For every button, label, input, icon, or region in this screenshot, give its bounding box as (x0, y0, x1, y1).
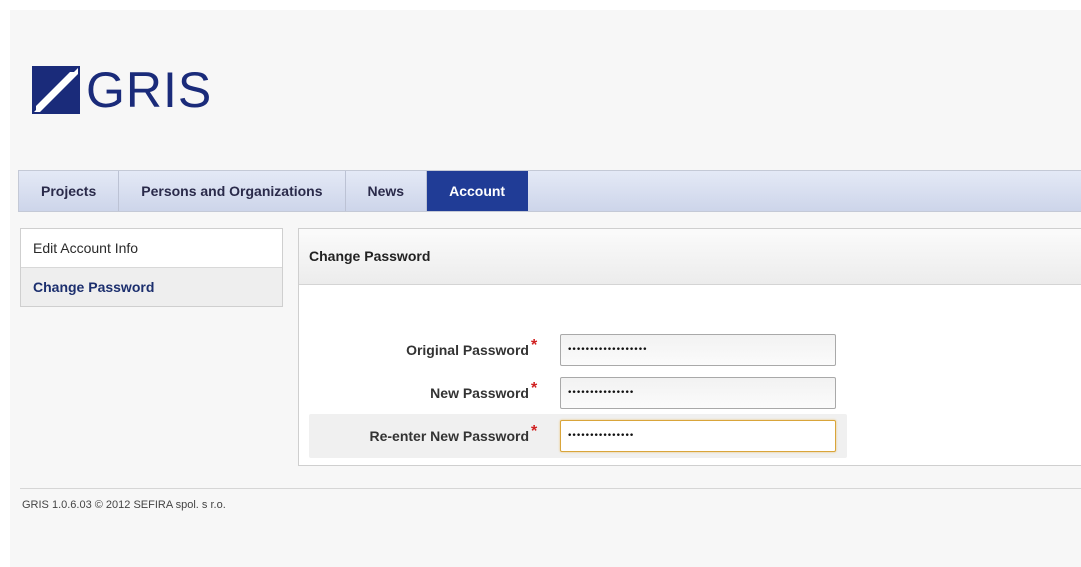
tab-news[interactable]: News (346, 171, 428, 211)
new-password-row: New Password * (309, 371, 847, 415)
original-password-label: Original Password (406, 342, 529, 358)
tab-projects[interactable]: Projects (19, 171, 120, 211)
panel-title: Change Password (299, 229, 1081, 285)
original-password-input[interactable] (560, 334, 836, 366)
required-marker: * (531, 423, 538, 440)
required-marker: * (531, 337, 538, 354)
required-marker: * (531, 380, 538, 397)
main-nav: Projects Persons and Organizations News … (18, 170, 1081, 212)
reenter-password-row: Re-enter New Password * (309, 414, 847, 458)
reenter-password-label: Re-enter New Password (369, 428, 530, 444)
change-password-panel: Change Password Original Password * New … (298, 228, 1081, 466)
page: GRIS Projects Persons and Organizations … (10, 10, 1081, 567)
footer-copyright: GRIS 1.0.6.03 © 2012 SEFIRA spol. s r.o. (22, 499, 226, 511)
gris-logo-icon (32, 66, 80, 114)
sidebar-item-change-password[interactable]: Change Password (21, 267, 282, 306)
logo-text: GRIS (86, 62, 213, 118)
new-password-label: New Password (430, 385, 529, 401)
tab-account[interactable]: Account (427, 171, 529, 211)
gris-logo[interactable]: GRIS (32, 60, 212, 120)
sidebar-item-edit-account-info[interactable]: Edit Account Info (21, 229, 282, 267)
account-sidebar: Edit Account Info Change Password (20, 228, 283, 307)
new-password-input[interactable] (560, 377, 836, 409)
reenter-password-input[interactable] (560, 420, 836, 452)
tab-persons-and-organizations[interactable]: Persons and Organizations (119, 171, 346, 211)
original-password-row: Original Password * (309, 328, 847, 372)
footer-divider (20, 488, 1081, 489)
